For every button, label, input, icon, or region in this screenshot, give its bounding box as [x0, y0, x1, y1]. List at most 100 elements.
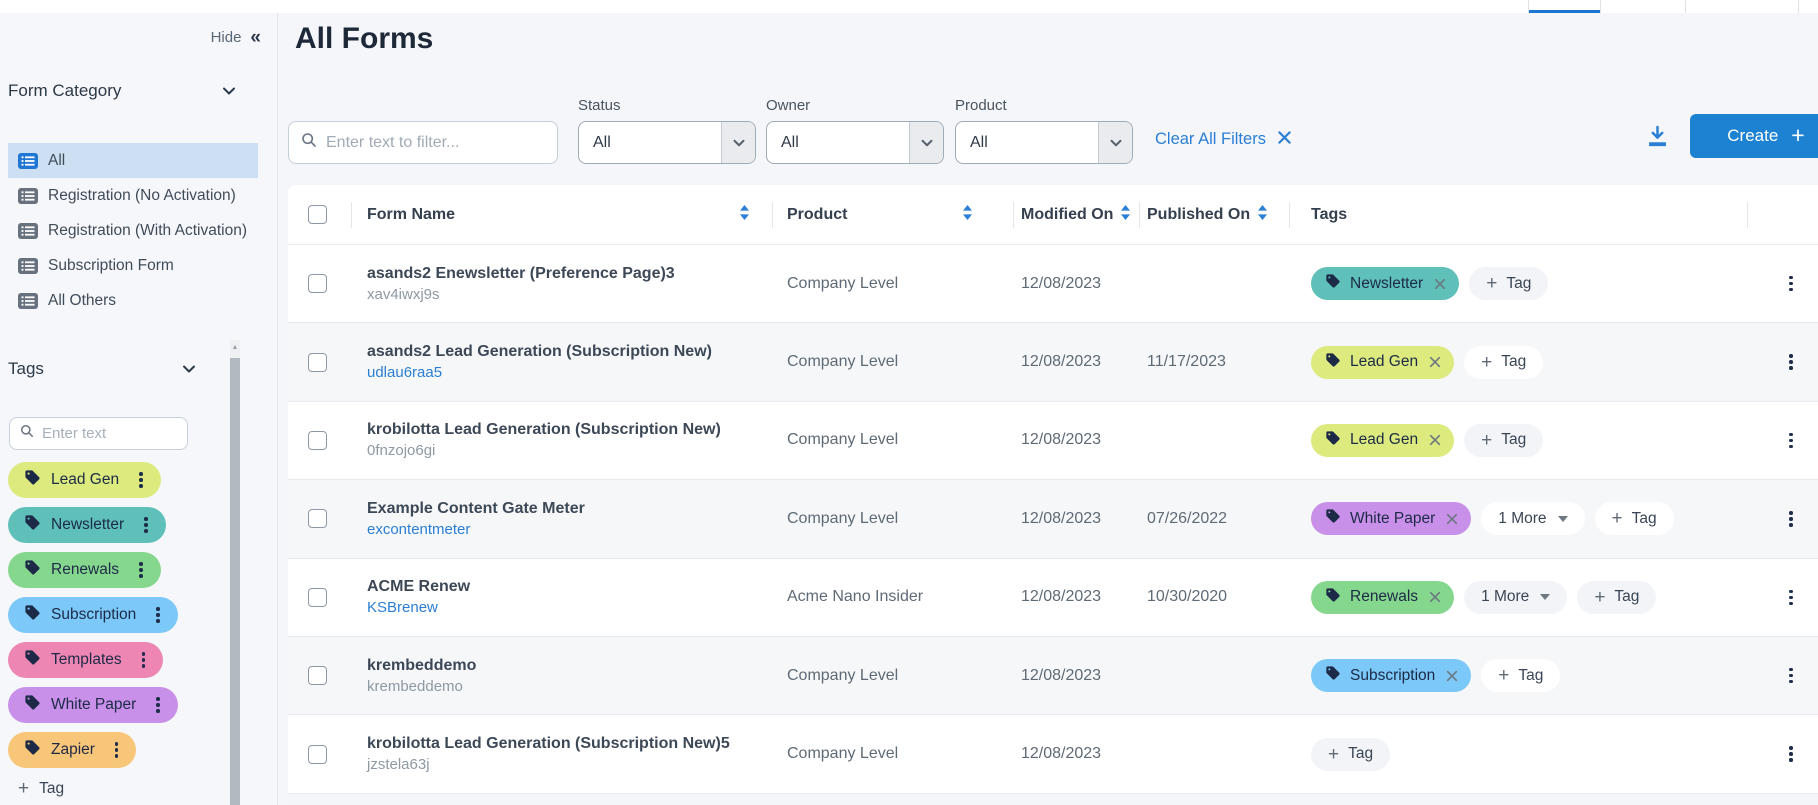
sidebar-scrollbar[interactable]: ▲ — [230, 340, 240, 805]
sort-icon[interactable] — [962, 204, 973, 226]
add-tag-button[interactable]: +Tag — [1469, 267, 1548, 300]
kebab-menu-icon[interactable] — [140, 650, 148, 670]
form-code-link[interactable]: udlau6raa5 — [367, 364, 750, 381]
kebab-menu-icon[interactable] — [137, 560, 145, 580]
tag-pill[interactable]: Newsletter — [1311, 267, 1459, 300]
chevron-down-icon — [219, 81, 239, 101]
published-on-cell: 07/26/2022 — [1147, 510, 1227, 528]
modified-on-cell: 12/08/2023 — [1021, 667, 1101, 685]
add-tag-button[interactable]: +Tag — [1595, 502, 1674, 535]
remove-tag-icon[interactable] — [1434, 278, 1446, 290]
row-actions-kebab-icon[interactable] — [1787, 744, 1795, 764]
row-checkbox[interactable] — [308, 588, 327, 607]
form-category-header[interactable]: Form Category — [8, 81, 257, 101]
form-name[interactable]: asands2 Enewsletter (Preference Page)3 — [367, 265, 750, 283]
kebab-menu-icon[interactable] — [113, 740, 121, 760]
owner-select[interactable]: All — [766, 121, 944, 164]
row-actions-kebab-icon[interactable] — [1787, 666, 1795, 686]
tag-label: Templates — [51, 651, 122, 669]
sidebar-tag-renewals[interactable]: Renewals — [8, 552, 161, 588]
remove-tag-icon[interactable] — [1429, 591, 1441, 603]
row-actions-kebab-icon[interactable] — [1787, 431, 1795, 451]
sidebar-tag-templates[interactable]: Templates — [8, 642, 163, 678]
product-select[interactable]: All — [955, 121, 1133, 164]
column-header-published-on[interactable]: Published On — [1147, 206, 1250, 224]
form-code-link[interactable]: KSBrenew — [367, 599, 750, 616]
tag-search-input[interactable] — [42, 425, 177, 442]
sidebar-item-all[interactable]: All — [8, 143, 258, 178]
hide-sidebar-button[interactable]: Hide « — [211, 28, 259, 47]
remove-tag-icon[interactable] — [1446, 513, 1458, 525]
row-checkbox[interactable] — [308, 666, 327, 685]
kebab-menu-icon[interactable] — [154, 605, 162, 625]
form-code-link[interactable]: excontentmeter — [367, 521, 750, 538]
tag-pill[interactable]: Lead Gen — [1311, 346, 1454, 379]
tags-section-header[interactable]: Tags — [8, 359, 199, 379]
add-tag-button[interactable]: +Tag — [1311, 738, 1390, 771]
caret-down-icon — [1558, 516, 1568, 522]
scrollbar-up-arrow-icon[interactable]: ▲ — [230, 344, 240, 351]
form-name[interactable]: ACME Renew — [367, 578, 750, 596]
sort-icon[interactable] — [1257, 204, 1268, 226]
owner-filter: Owner All — [766, 97, 944, 164]
sidebar-tag-newsletter[interactable]: Newsletter — [8, 507, 166, 543]
add-tag-button[interactable]: +Tag — [1464, 346, 1543, 379]
form-name[interactable]: asands2 Lead Generation (Subscription Ne… — [367, 343, 750, 361]
row-actions-kebab-icon[interactable] — [1787, 352, 1795, 372]
form-name[interactable]: krobilotta Lead Generation (Subscription… — [367, 421, 750, 439]
tag-pill[interactable]: Subscription — [1311, 659, 1471, 692]
row-checkbox[interactable] — [308, 274, 327, 293]
form-name[interactable]: krembeddemo — [367, 657, 750, 675]
row-checkbox[interactable] — [308, 431, 327, 450]
select-all-checkbox[interactable] — [308, 205, 327, 224]
column-header-form-name[interactable]: Form Name — [367, 206, 455, 224]
kebab-menu-icon[interactable] — [137, 470, 145, 490]
form-name[interactable]: krobilotta Lead Generation (Subscription… — [367, 735, 750, 753]
tag-pill[interactable]: Lead Gen — [1311, 424, 1454, 457]
row-actions-kebab-icon[interactable] — [1787, 274, 1795, 294]
sidebar-item-registration-with-activation[interactable]: Registration (With Activation) — [0, 213, 258, 248]
kebab-menu-icon[interactable] — [154, 695, 162, 715]
row-checkbox[interactable] — [308, 509, 327, 528]
row-checkbox[interactable] — [308, 745, 327, 764]
tag-icon — [1325, 508, 1341, 529]
row-actions-kebab-icon[interactable] — [1787, 588, 1795, 608]
row-checkbox[interactable] — [308, 353, 327, 372]
sidebar-tag-subscription[interactable]: Subscription — [8, 597, 178, 633]
tag-pill[interactable]: Renewals — [1311, 581, 1454, 614]
kebab-menu-icon[interactable] — [142, 515, 150, 535]
sort-icon[interactable] — [739, 204, 750, 226]
remove-tag-icon[interactable] — [1446, 670, 1458, 682]
status-filter-label: Status — [578, 97, 756, 114]
sidebar-tag-white-paper[interactable]: White Paper — [8, 687, 178, 723]
remove-tag-icon[interactable] — [1429, 434, 1441, 446]
column-header-product[interactable]: Product — [787, 206, 847, 224]
remove-tag-icon[interactable] — [1429, 356, 1441, 368]
column-header-modified-on[interactable]: Modified On — [1021, 206, 1113, 224]
modified-on-cell: 12/08/2023 — [1021, 431, 1101, 449]
more-tags-button[interactable]: 1 More — [1464, 581, 1567, 614]
form-name[interactable]: Example Content Gate Meter — [367, 500, 750, 518]
filter-search-input[interactable] — [326, 134, 545, 152]
sort-icon[interactable] — [1120, 204, 1131, 226]
top-tab-bar — [0, 0, 1818, 13]
clear-all-filters-button[interactable]: Clear All Filters — [1155, 130, 1291, 149]
sidebar-tag-lead-gen[interactable]: Lead Gen — [8, 462, 161, 498]
sidebar-item-subscription-form[interactable]: Subscription Form — [0, 248, 258, 283]
add-tag-button[interactable]: +Tag — [1481, 659, 1560, 692]
add-tag-button[interactable]: +Tag — [1577, 581, 1656, 614]
row-actions-kebab-icon[interactable] — [1787, 509, 1795, 529]
create-button[interactable]: Create + — [1690, 114, 1818, 158]
sidebar-item-registration-no-activation[interactable]: Registration (No Activation) — [0, 178, 258, 213]
status-select[interactable]: All — [578, 121, 756, 164]
tag-pill[interactable]: White Paper — [1311, 502, 1471, 535]
add-tag-button[interactable]: + Tag — [18, 779, 64, 798]
download-icon[interactable] — [1644, 123, 1671, 155]
sidebar-item-all-others[interactable]: All Others — [0, 283, 258, 318]
add-tag-button[interactable]: +Tag — [1464, 424, 1543, 457]
table-row: ACME Renew KSBrenew Acme Nano Insider 12… — [288, 558, 1818, 636]
list-icon — [18, 153, 38, 169]
sidebar-tag-zapier[interactable]: Zapier — [8, 732, 136, 768]
more-tags-button[interactable]: 1 More — [1481, 502, 1584, 535]
scrollbar-thumb[interactable] — [230, 358, 240, 805]
